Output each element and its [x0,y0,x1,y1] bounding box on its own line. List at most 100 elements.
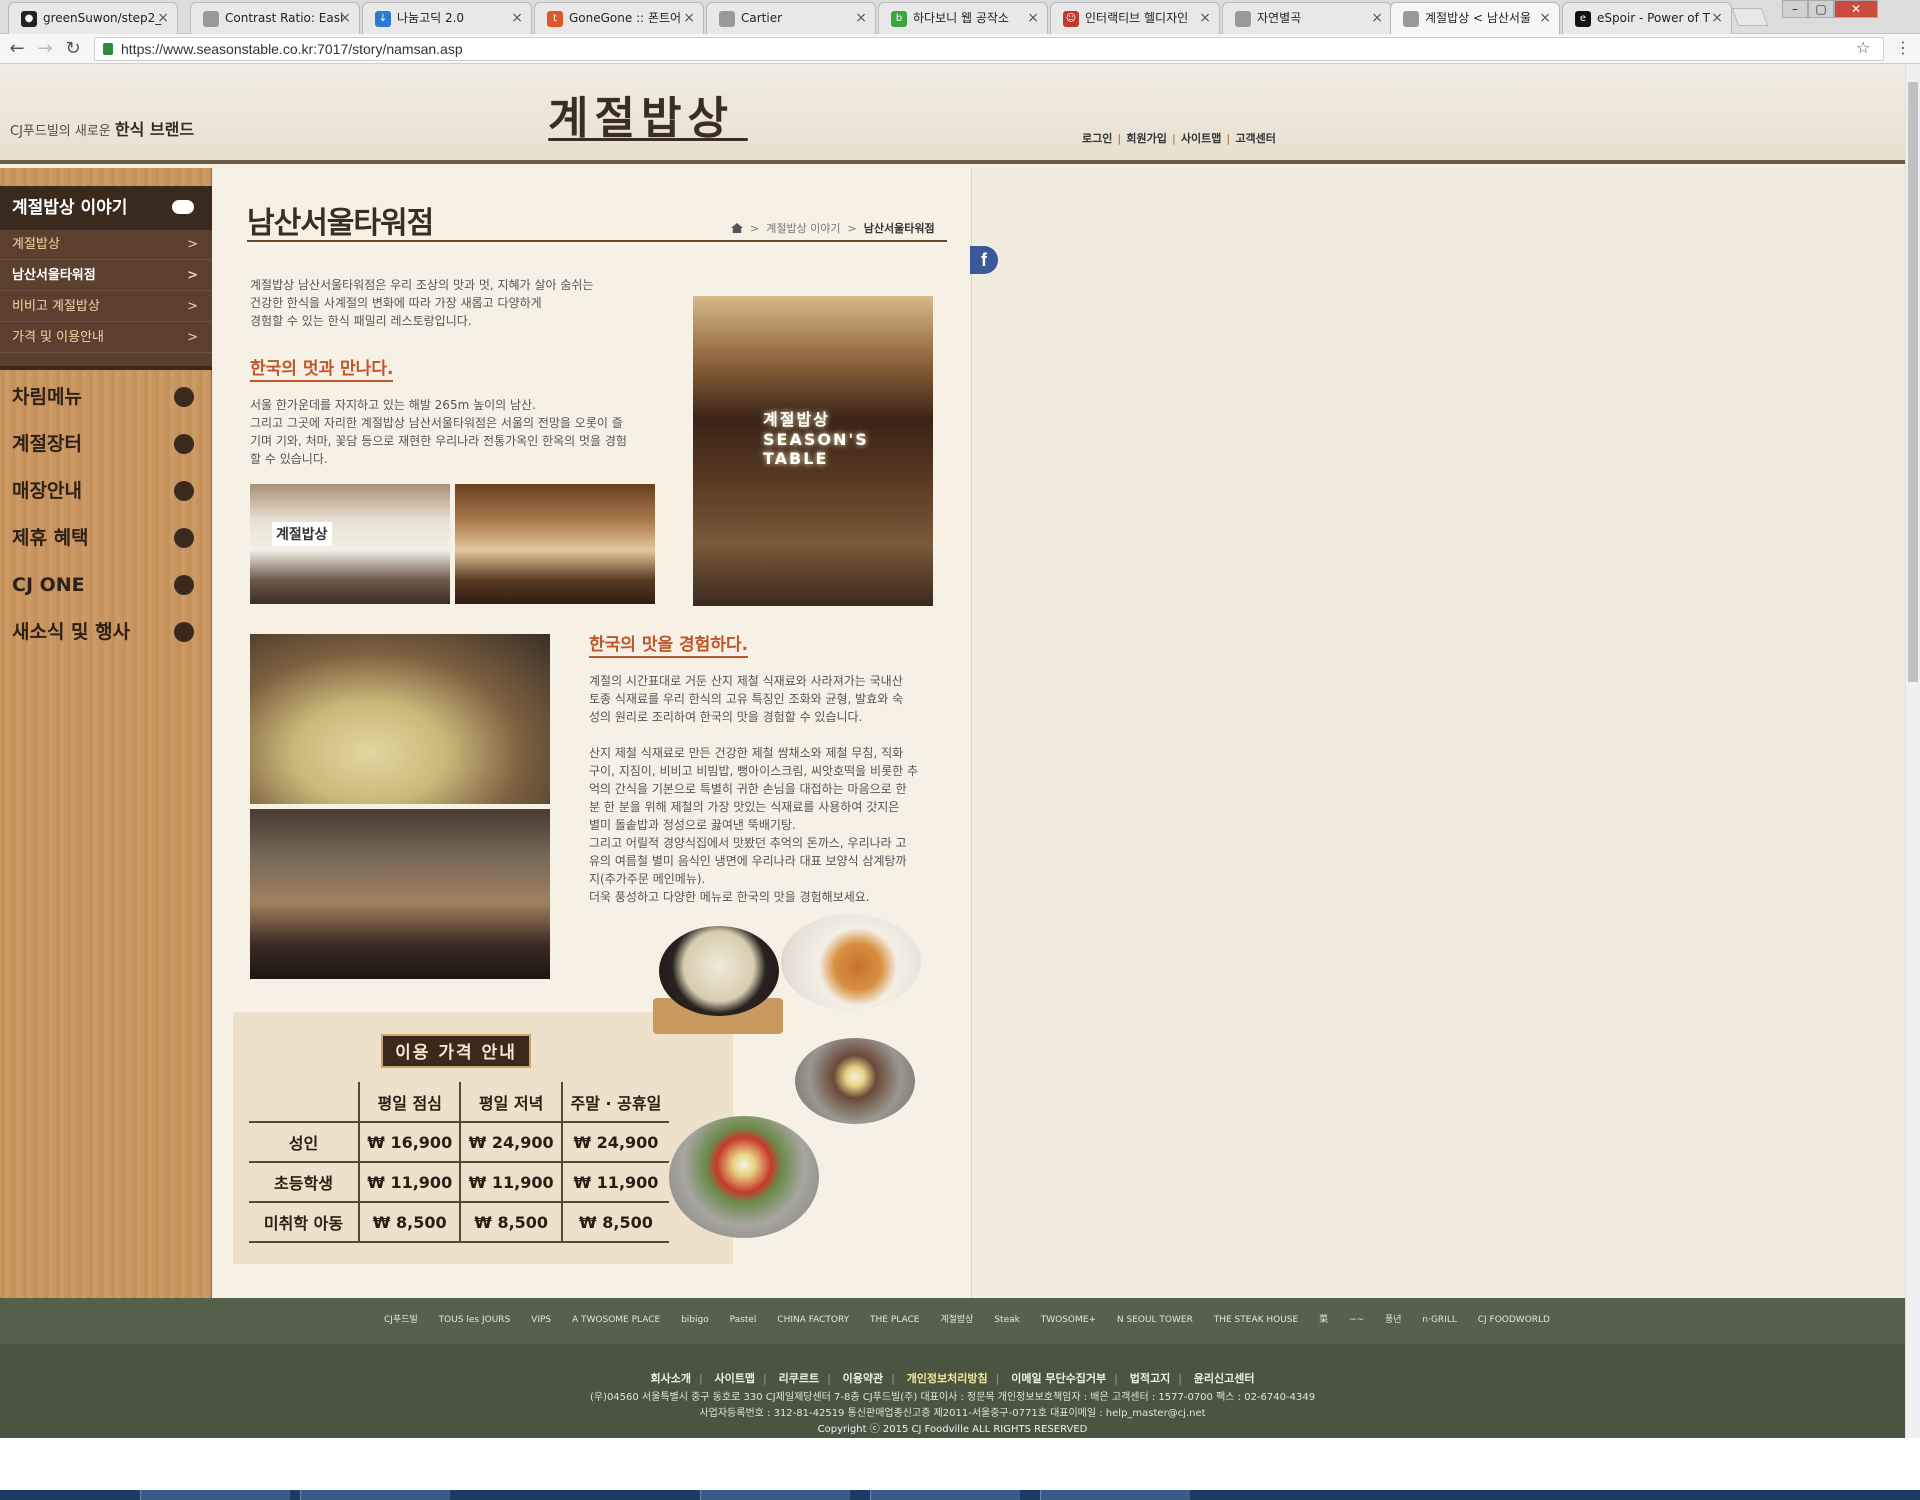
tab-gonegone[interactable]: t GoneGone :: 폰트어 × [534,2,704,34]
tab-github[interactable]: ● greenSuwon/step2_ × [8,2,178,34]
breadcrumb-item[interactable]: 계절밥상 이야기 [766,222,840,235]
footer-link-privacy[interactable]: 개인정보처리방침 [907,1372,988,1385]
close-icon[interactable]: × [1199,3,1211,33]
close-icon[interactable]: × [683,3,695,33]
taskbar-item[interactable] [870,1490,1020,1500]
table-row: 초등학생 ₩ 11,900 ₩ 11,900 ₩ 11,900 [249,1162,669,1203]
facebook-share-button[interactable]: f [970,246,998,274]
sidebar-item-namsan[interactable]: 남산서울타워점 > [0,261,212,291]
section-title-text: 계절밥상 이야기 [12,198,128,218]
close-icon[interactable]: × [855,3,867,33]
partner-logo[interactable]: Pastel [730,1315,757,1325]
table-row: 성인 ₩ 16,900 ₩ 24,900 ₩ 24,900 [249,1122,669,1163]
price-row-label: 성인 [249,1122,360,1163]
footer-link[interactable]: 법적고지 [1130,1372,1170,1385]
close-icon[interactable]: × [1711,3,1723,33]
sidebar-item-bibigo[interactable]: 비비고 계절밥상 > [0,292,212,322]
sidebar: 계절밥상 이야기 계절밥상 > 남산서울타워점 > 비비고 계절밥상 > 가격 및 이… [0,168,212,1298]
partner-logo[interactable]: CJ FOODWORLD [1478,1315,1550,1325]
partner-logo[interactable]: 풍년 [1385,1315,1402,1325]
partner-logo[interactable]: bibigo [681,1315,709,1325]
tab-jayeon[interactable]: 자연별곡 × [1222,2,1392,34]
tab-interactive[interactable]: ☺ 인터랙티브 헬디자인 × [1050,2,1220,34]
sidebar-item-market[interactable]: 계절장터 [0,421,212,467]
partner-logo[interactable]: CJ푸드빌 [384,1315,418,1325]
partner-logo[interactable]: A TWOSOME PLACE [572,1315,660,1325]
sidebar-item-news[interactable]: 새소식 및 행사 [0,609,212,655]
sidebar-item-season-table[interactable]: 계절밥상 > [0,230,212,260]
back-icon[interactable]: ← [6,38,28,60]
partner-logo[interactable]: 계절밥상 [940,1315,973,1325]
tab-contrast[interactable]: Contrast Ratio: Easi × [190,2,360,34]
price-header-cell: 평일 저녁 [460,1082,563,1123]
taskbar-item[interactable] [700,1490,850,1500]
restaurant-photo: 계절밥상 SEASON'S TABLE [693,296,933,606]
tab-nanum[interactable]: ↓ 나눔고딕 2.0 × [362,2,532,34]
join-link[interactable]: 회원가입 [1126,132,1166,145]
taskbar-item[interactable] [140,1490,290,1500]
sidebar-section-title[interactable]: 계절밥상 이야기 [0,186,212,230]
reload-icon[interactable]: ↻ [62,38,84,60]
close-icon[interactable]: × [157,3,169,33]
close-icon[interactable]: × [1371,3,1383,33]
close-icon[interactable]: × [1539,3,1551,33]
url-input[interactable]: https://www.seasonstable.co.kr:7017/stor… [94,37,1884,61]
login-link[interactable]: 로그인 [1082,132,1112,145]
partner-logo[interactable]: n·GRILL [1422,1315,1456,1325]
page-background [971,168,1905,1298]
partner-logo[interactable]: CHINA FACTORY [777,1315,849,1325]
forward-icon[interactable]: → [34,38,56,60]
sitemap-link[interactable]: 사이트맵 [1181,132,1221,145]
footer-link[interactable]: 이메일 무단수집거부 [1011,1372,1106,1385]
partner-logo[interactable]: ~~ [1349,1315,1364,1325]
taskbar-item[interactable] [300,1490,450,1500]
sidebar-item-cjone[interactable]: CJ ONE [0,562,212,608]
maximize-button[interactable]: ▢ [1808,0,1834,18]
close-window-button[interactable]: ✕ [1834,0,1878,18]
footer-link[interactable]: 리쿠르트 [779,1372,819,1385]
partner-logo[interactable]: N SEOUL TOWER [1117,1315,1193,1325]
tagline-prefix: CJ푸드빌의 새로운 [10,124,111,139]
section-taste-text-1: 계절의 시간표대로 거둔 산지 제철 식재료와 사라져가는 국내산 토종 식재료… [589,674,904,724]
close-icon[interactable]: × [339,3,351,33]
scrollbar-thumb[interactable] [1908,82,1918,682]
sidebar-item-store[interactable]: 매장안내 [0,468,212,514]
scrollbar[interactable] [1905,64,1920,1440]
sidebar-item-benefits[interactable]: 제휴 혜택 [0,515,212,561]
menu-icon[interactable]: ⋮ [1895,38,1911,57]
partner-logo[interactable]: TOUS les JOURS [439,1315,511,1325]
price-cell: ₩ 11,900 [359,1162,462,1203]
footer-link[interactable]: 이용약관 [843,1372,883,1385]
tab-cartier[interactable]: Cartier × [706,2,876,34]
taskbar-item[interactable] [1040,1490,1190,1500]
new-tab-button[interactable] [1731,8,1769,26]
sidebar-item-price-info[interactable]: 가격 및 이용안내 > [0,323,212,353]
cold-noodle-image [795,1038,915,1124]
customer-center-link[interactable]: 고객센터 [1235,132,1275,145]
sidebar-item-menu[interactable]: 차림메뉴 [0,374,212,420]
page-icon [203,11,219,27]
site-logo[interactable]: 계절밥상 [548,82,734,146]
tab-seasonstable[interactable]: 계절밥상 < 남산서울 × [1390,2,1560,34]
pork-cutlet-image [781,914,921,1010]
page-icon [1235,11,1251,27]
minimize-button[interactable]: – [1782,0,1808,18]
tab-hadaboni[interactable]: b 하다보니 웹 공작소 × [878,2,1048,34]
section-heading-style: 한국의 멋과 만나다. [250,354,394,382]
sidebar-item-label: 비비고 계절밥상 [12,299,100,314]
section-taste-text-2: 산지 제철 식재료로 만든 건강한 제철 쌈채소와 제철 무침, 직화 구이, … [589,746,919,904]
footer-link[interactable]: 사이트맵 [715,1372,755,1385]
partner-logo[interactable]: 菜 [1319,1315,1328,1325]
partner-logo[interactable]: TWOSOME+ [1041,1315,1096,1325]
footer-link[interactable]: 회사소개 [651,1372,691,1385]
close-icon[interactable]: × [511,3,523,33]
partner-logo[interactable]: Steak [994,1315,1020,1325]
bookmark-star-icon[interactable]: ☆ [1856,38,1870,57]
home-icon[interactable] [731,223,743,233]
footer-link[interactable]: 윤리신고센터 [1194,1372,1255,1385]
partner-logo[interactable]: THE PLACE [870,1315,919,1325]
close-icon[interactable]: × [1027,3,1039,33]
tab-espoir[interactable]: e eSpoir - Power of T × [1562,2,1732,34]
partner-logo[interactable]: THE STEAK HOUSE [1214,1315,1298,1325]
partner-logo[interactable]: VIPS [531,1315,551,1325]
